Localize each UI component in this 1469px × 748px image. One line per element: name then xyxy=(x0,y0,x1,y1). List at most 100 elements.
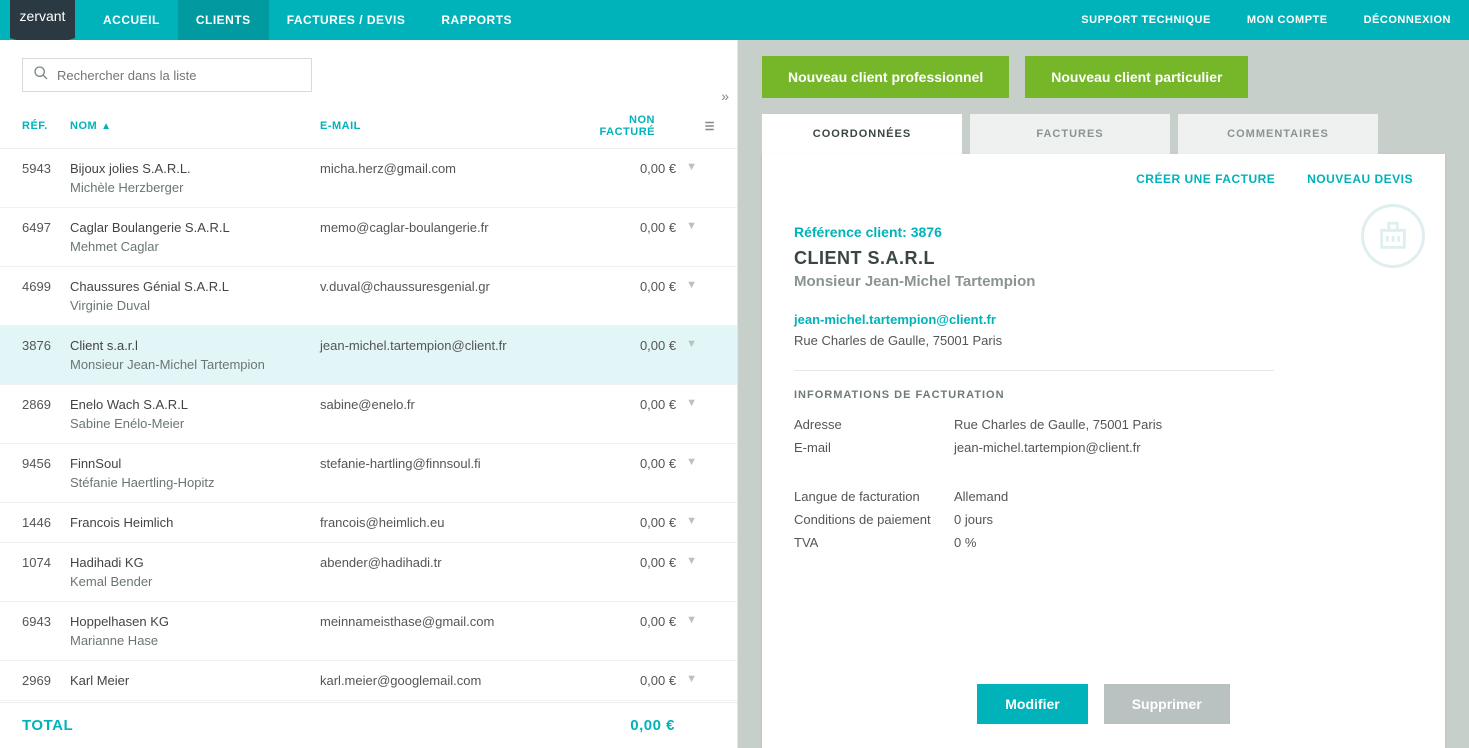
chevron-down-icon[interactable]: ▼ xyxy=(686,456,697,468)
chevron-down-icon[interactable]: ▼ xyxy=(686,220,697,232)
row-name-block: Hoppelhasen KG Marianne Hase xyxy=(70,614,320,648)
chevron-down-icon[interactable]: ▼ xyxy=(686,673,697,685)
row-company: Client s.a.r.l xyxy=(70,338,320,353)
chevron-down-icon[interactable]: ▼ xyxy=(686,279,697,291)
client-row[interactable]: 1074Hadihadi KG Kemal Benderabender@hadih… xyxy=(0,543,737,602)
nav-invoices[interactable]: FACTURES / DEVIS xyxy=(269,0,424,40)
client-list[interactable]: 5943Bijoux jolies S.A.R.L.Michèle Herzbe… xyxy=(0,149,737,702)
row-email: francois@heimlich.eu xyxy=(320,515,580,530)
client-row[interactable]: 6943Hoppelhasen KGMarianne Hasemeinnamei… xyxy=(0,602,737,661)
row-name-block: Hadihadi KG Kemal Bender xyxy=(70,555,320,589)
row-ref: 5943 xyxy=(22,161,70,195)
new-pro-client-button[interactable]: Nouveau client professionnel xyxy=(762,56,1009,98)
row-name-block: Enelo Wach S.A.R.L Sabine Enélo-Meier xyxy=(70,397,320,431)
collapse-panel-icon[interactable]: » xyxy=(721,88,729,104)
row-company: Enelo Wach S.A.R.L xyxy=(70,397,320,412)
row-ref: 1446 xyxy=(22,515,70,530)
client-row[interactable]: 5943Bijoux jolies S.A.R.L.Michèle Herzbe… xyxy=(0,149,737,208)
tab-commentaires[interactable]: COMMENTAIRES xyxy=(1178,114,1378,154)
row-email: stefanie-hartling@finnsoul.fi xyxy=(320,456,580,490)
row-company: Francois Heimlich xyxy=(70,515,320,530)
chevron-down-icon[interactable]: ▼ xyxy=(686,338,697,350)
tab-coordonnees[interactable]: COORDONNÉES xyxy=(762,114,962,154)
nav-logout[interactable]: DÉCONNEXION xyxy=(1346,14,1469,26)
chevron-down-icon[interactable]: ▼ xyxy=(686,515,697,527)
nav-home[interactable]: ACCUEIL xyxy=(85,0,178,40)
row-amount: 0,00 €▼ xyxy=(580,161,715,195)
client-list-panel: » RÉF. NOM ▲ E-MAIL NON FACTURÉ ☰ 5943Bi… xyxy=(0,40,738,748)
chevron-down-icon[interactable]: ▼ xyxy=(686,397,697,409)
tab-factures[interactable]: FACTURES xyxy=(970,114,1170,154)
row-email: abender@hadihadi.tr xyxy=(320,555,580,589)
client-row[interactable]: 9456FinnSoulStéfanie Haertling-Hopitzste… xyxy=(0,444,737,503)
delete-button[interactable]: Supprimer xyxy=(1104,684,1230,724)
row-person: Kemal Bender xyxy=(70,574,320,589)
row-ref: 1074 xyxy=(22,555,70,589)
row-company: FinnSoul xyxy=(70,456,320,471)
row-ref: 9456 xyxy=(22,456,70,490)
row-person: Marianne Hase xyxy=(70,633,320,648)
row-ref: 2869 xyxy=(22,397,70,431)
client-row[interactable]: 2869Enelo Wach S.A.R.L Sabine Enélo-Meier… xyxy=(0,385,737,444)
row-amount: 0,00 €▼ xyxy=(580,456,715,490)
row-email: micha.herz@gmail.com xyxy=(320,161,580,195)
total-label: TOTAL xyxy=(22,717,630,734)
client-row[interactable]: 1446Francois Heimlichfrancois@heimlich.e… xyxy=(0,503,737,543)
row-amount: 0,00 €▼ xyxy=(580,673,715,688)
total-row: TOTAL 0,00 € xyxy=(0,702,737,748)
new-particular-client-button[interactable]: Nouveau client particulier xyxy=(1025,56,1248,98)
row-person: Sabine Enélo-Meier xyxy=(70,416,320,431)
detail-tabs: COORDONNÉES FACTURES COMMENTAIRES xyxy=(762,114,1445,154)
chevron-down-icon[interactable]: ▼ xyxy=(686,161,697,173)
divider xyxy=(794,370,1274,371)
list-menu-icon[interactable]: ☰ xyxy=(695,120,715,133)
label-lang: Langue de facturation xyxy=(794,489,954,504)
row-ref: 4699 xyxy=(22,279,70,313)
client-row[interactable]: 6497Caglar Boulangerie S.A.R.LMehmet Cag… xyxy=(0,208,737,267)
client-row[interactable]: 2969Karl Meierkarl.meier@googlemail.com0… xyxy=(0,661,737,701)
col-unbilled[interactable]: NON FACTURÉ xyxy=(580,114,695,138)
row-name-block: Chaussures Génial S.A.R.LVirginie Duval xyxy=(70,279,320,313)
logo-area: zervant xyxy=(0,0,85,40)
client-row[interactable]: 3876Client s.a.r.lMonsieur Jean-Michel T… xyxy=(0,326,737,385)
row-person: Mehmet Caglar xyxy=(70,239,320,254)
brand-logo: zervant xyxy=(10,0,76,38)
row-email: sabine@enelo.fr xyxy=(320,397,580,431)
modify-button[interactable]: Modifier xyxy=(977,684,1087,724)
new-quote-link[interactable]: NOUVEAU DEVIS xyxy=(1307,172,1413,186)
nav-reports[interactable]: RAPPORTS xyxy=(423,0,530,40)
row-company: Karl Meier xyxy=(70,673,320,688)
value-vat: 0 % xyxy=(954,535,976,550)
total-value: 0,00 € xyxy=(630,717,715,734)
nav-right: SUPPORT TECHNIQUE MON COMPTE DÉCONNEXION xyxy=(1063,0,1469,40)
row-email: memo@caglar-boulangerie.fr xyxy=(320,220,580,254)
client-row[interactable]: 4699Chaussures Génial S.A.R.LVirginie Du… xyxy=(0,267,737,326)
search-box[interactable] xyxy=(22,58,312,92)
row-name-block: Bijoux jolies S.A.R.L.Michèle Herzberger xyxy=(70,161,320,195)
row-ref: 6943 xyxy=(22,614,70,648)
row-company: Hadihadi KG xyxy=(70,555,320,570)
row-amount: 0,00 €▼ xyxy=(580,279,715,313)
chevron-down-icon[interactable]: ▼ xyxy=(686,555,697,567)
client-email[interactable]: jean-michel.tartempion@client.fr xyxy=(794,312,1413,327)
client-ref: Référence client: 3876 xyxy=(794,224,1413,240)
col-nom[interactable]: NOM ▲ xyxy=(70,120,320,132)
top-navbar: zervant ACCUEIL CLIENTS FACTURES / DEVIS… xyxy=(0,0,1469,40)
client-contact: Monsieur Jean-Michel Tartempion xyxy=(794,273,1413,290)
detail-area: Nouveau client professionnel Nouveau cli… xyxy=(738,40,1469,748)
chevron-down-icon[interactable]: ▼ xyxy=(686,614,697,626)
nav-account[interactable]: MON COMPTE xyxy=(1229,14,1346,26)
label-terms: Conditions de paiement xyxy=(794,512,954,527)
row-amount: 0,00 €▼ xyxy=(580,515,715,530)
nav-clients[interactable]: CLIENTS xyxy=(178,0,269,40)
row-company: Caglar Boulangerie S.A.R.L xyxy=(70,220,320,235)
col-ref[interactable]: RÉF. xyxy=(22,120,70,132)
search-input[interactable] xyxy=(57,68,301,83)
row-ref: 3876 xyxy=(22,338,70,372)
row-company: Chaussures Génial S.A.R.L xyxy=(70,279,320,294)
nav-support[interactable]: SUPPORT TECHNIQUE xyxy=(1063,14,1229,26)
row-email: v.duval@chaussuresgenial.gr xyxy=(320,279,580,313)
row-company: Hoppelhasen KG xyxy=(70,614,320,629)
col-email[interactable]: E-MAIL xyxy=(320,120,580,132)
create-invoice-link[interactable]: CRÉER UNE FACTURE xyxy=(1136,172,1275,186)
